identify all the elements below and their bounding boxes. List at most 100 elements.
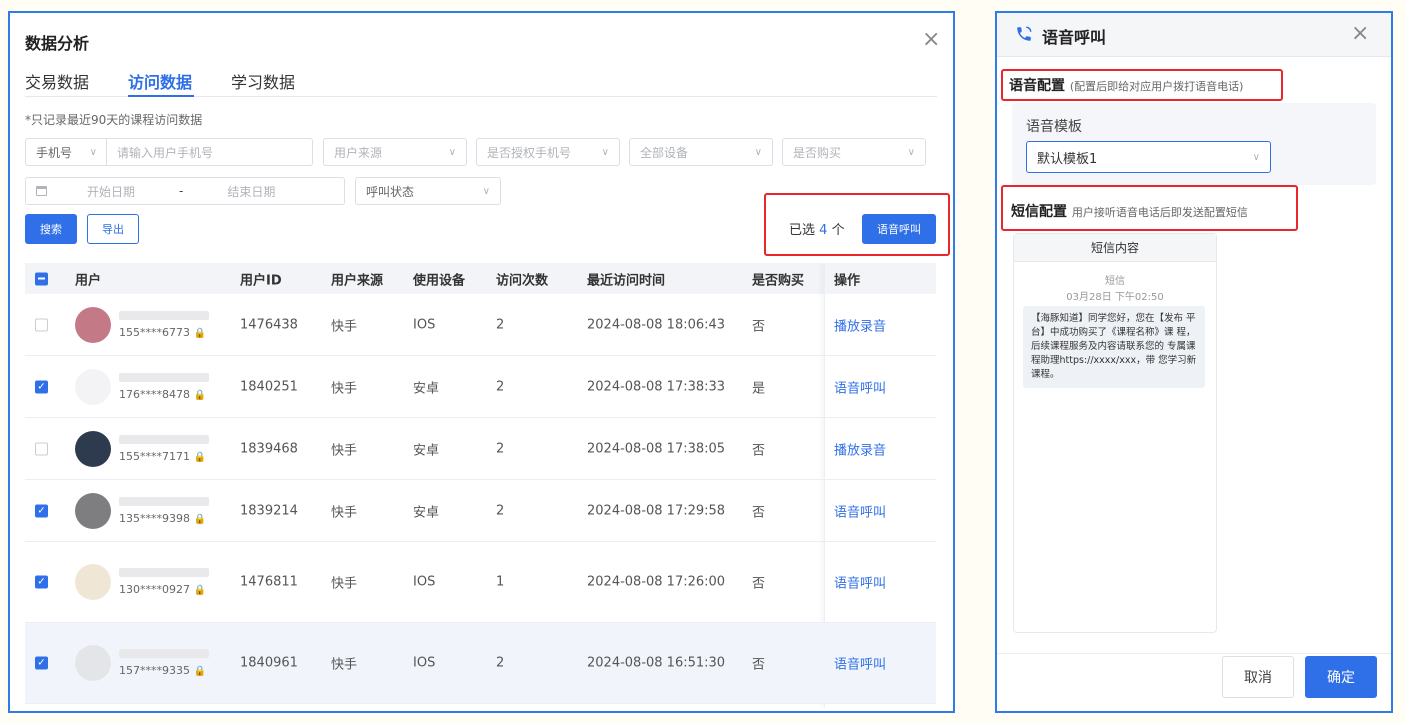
selected-suffix: 个	[831, 223, 845, 238]
purchased-flag: 是	[752, 381, 766, 396]
voice-call-drawer: 语音呼叫 × 语音配置 (配置后即给对应用户拨打语音电话) 语音模板 默认模板1…	[995, 11, 1393, 713]
last-visit-time: 2024-08-08 16:51:30	[587, 655, 726, 671]
row-checkbox[interactable]: ✓	[35, 656, 48, 670]
sms-timestamp: 03月28日 下午02:50	[1066, 292, 1164, 303]
visit-count: 2	[496, 441, 505, 456]
export-button[interactable]: 导出	[87, 214, 139, 244]
end-date-placeholder: 结束日期	[227, 184, 276, 199]
lock-icon: 🔒	[193, 513, 206, 525]
close-icon[interactable]: ×	[922, 29, 940, 51]
visit-count: 2	[496, 379, 505, 394]
user-phone: 155****6773	[119, 325, 190, 339]
sms-preview-header: 短信内容	[1014, 234, 1216, 262]
data-analysis-dialog: 数据分析 × 交易数据 访问数据 学习数据 *只记录最近90天的课程访问数据 手…	[8, 11, 955, 713]
row-action-link[interactable]: 播放录音	[834, 315, 886, 334]
row-action-link[interactable]: 语音呼叫	[834, 501, 886, 520]
voice-call-button[interactable]: 语音呼叫	[862, 214, 936, 244]
user-device: 安卓	[413, 505, 440, 520]
confirm-button[interactable]: 确定	[1305, 656, 1377, 698]
last-visit-time: 2024-08-08 17:38:33	[587, 379, 726, 394]
user-id: 1840251	[240, 379, 298, 394]
sms-config-subtitle: 用户接听语音电话后即发送配置短信	[1071, 206, 1248, 219]
user-phone: 135****9398	[119, 511, 190, 525]
row-checkbox[interactable]: ✓	[35, 380, 48, 393]
lock-icon: 🔒	[193, 389, 206, 401]
chevron-down-icon: ∨	[482, 185, 490, 197]
user-id: 1840961	[240, 655, 298, 671]
table-row: ✓ 176****8478 🔒 1840251 快手 安卓 2 2024-08-…	[25, 356, 936, 418]
device-select-value: 全部设备	[640, 145, 689, 160]
user-phone: 157****9335	[119, 664, 190, 677]
purchased-select-value: 是否购买	[793, 145, 842, 160]
row-checkbox[interactable]	[35, 318, 48, 331]
table-row: ✓ 130****0927 🔒 1476811 快手 IOS 1 2024-08…	[25, 542, 936, 623]
header-user: 用户	[75, 273, 102, 288]
chevron-down-icon: ∨	[1252, 151, 1260, 163]
select-all-checkbox[interactable]	[35, 272, 48, 285]
avatar	[75, 492, 111, 529]
avatar	[75, 368, 111, 405]
phone-type-select[interactable]: 手机号 ∨	[25, 138, 107, 166]
user-device: IOS	[413, 317, 436, 332]
calendar-icon	[36, 186, 47, 196]
purchased-flag: 否	[752, 657, 766, 673]
visit-count: 2	[496, 655, 505, 671]
blurred-username	[119, 310, 209, 320]
sms-preview-card: 短信内容 短信 03月28日 下午02:50 【海豚知道】同学您好，您在【发布 …	[1013, 233, 1217, 633]
user-phone: 130****0927	[119, 583, 190, 596]
avatar	[75, 645, 111, 681]
row-checkbox[interactable]	[35, 442, 48, 455]
user-source: 快手	[331, 443, 358, 458]
date-range-picker[interactable]: 开始日期 - 结束日期	[25, 177, 345, 205]
chevron-down-icon: ∨	[754, 146, 762, 158]
user-device: 安卓	[413, 443, 440, 458]
purchased-select[interactable]: 是否购买 ∨	[782, 138, 926, 166]
user-device: 安卓	[413, 381, 440, 396]
sms-message-bubble: 【海豚知道】同学您好，您在【发布 平台】中成功购买了《课程名称》课 程，后续课程…	[1023, 306, 1205, 388]
last-visit-time: 2024-08-08 17:29:58	[587, 503, 726, 518]
source-select[interactable]: 用户来源 ∨	[323, 138, 467, 166]
template-select[interactable]: 默认模板1 ∨	[1026, 141, 1271, 173]
user-id: 1476811	[240, 574, 298, 590]
auth-phone-select-value: 是否授权手机号	[487, 145, 572, 160]
user-source: 快手	[331, 319, 358, 334]
header-device: 使用设备	[413, 273, 466, 288]
row-action-link[interactable]: 播放录音	[834, 439, 886, 458]
sms-config-title: 短信配置	[1011, 204, 1067, 220]
purchased-flag: 否	[752, 319, 766, 334]
user-id: 1476438	[240, 317, 298, 332]
purchased-flag: 否	[752, 576, 766, 592]
avatar	[75, 430, 111, 467]
tab-transaction-data[interactable]: 交易数据	[25, 69, 89, 93]
row-action-link[interactable]: 语音呼叫	[834, 573, 886, 592]
user-id: 1839214	[240, 503, 298, 518]
table-row: ✓ 157****9335 🔒 1840961 快手 IOS 2 2024-08…	[25, 623, 936, 704]
phone-input[interactable]: 请输入用户手机号	[106, 138, 313, 166]
blurred-username	[119, 372, 209, 382]
cancel-button[interactable]: 取消	[1222, 656, 1294, 698]
blurred-username	[119, 568, 209, 577]
blurred-username	[119, 434, 209, 444]
call-status-select[interactable]: 呼叫状态 ∨	[355, 177, 501, 205]
start-date-placeholder: 开始日期	[87, 184, 136, 199]
phone-type-value: 手机号	[36, 145, 73, 160]
close-icon[interactable]: ×	[1351, 23, 1369, 45]
tab-study-data[interactable]: 学习数据	[231, 69, 295, 93]
last-visit-time: 2024-08-08 17:38:05	[587, 441, 726, 456]
auth-phone-select[interactable]: 是否授权手机号 ∨	[476, 138, 620, 166]
row-action-link[interactable]: 语音呼叫	[834, 654, 886, 673]
phone-icon	[1017, 26, 1032, 41]
avatar	[75, 306, 111, 343]
footer-divider	[997, 653, 1391, 654]
row-checkbox[interactable]: ✓	[35, 575, 48, 589]
user-phone: 155****7171	[119, 449, 190, 463]
row-checkbox[interactable]: ✓	[35, 504, 48, 517]
purchased-flag: 否	[752, 443, 766, 458]
selected-count-value: 4	[819, 223, 828, 238]
search-button[interactable]: 搜索	[25, 214, 77, 244]
device-select[interactable]: 全部设备 ∨	[629, 138, 773, 166]
row-action-link[interactable]: 语音呼叫	[834, 377, 886, 396]
voice-config-section: 语音配置 (配置后即给对应用户拨打语音电话)	[1009, 75, 1243, 95]
voice-config-subtitle: (配置后即给对应用户拨打语音电话)	[1069, 80, 1244, 93]
tab-visit-data[interactable]: 访问数据	[128, 69, 192, 93]
